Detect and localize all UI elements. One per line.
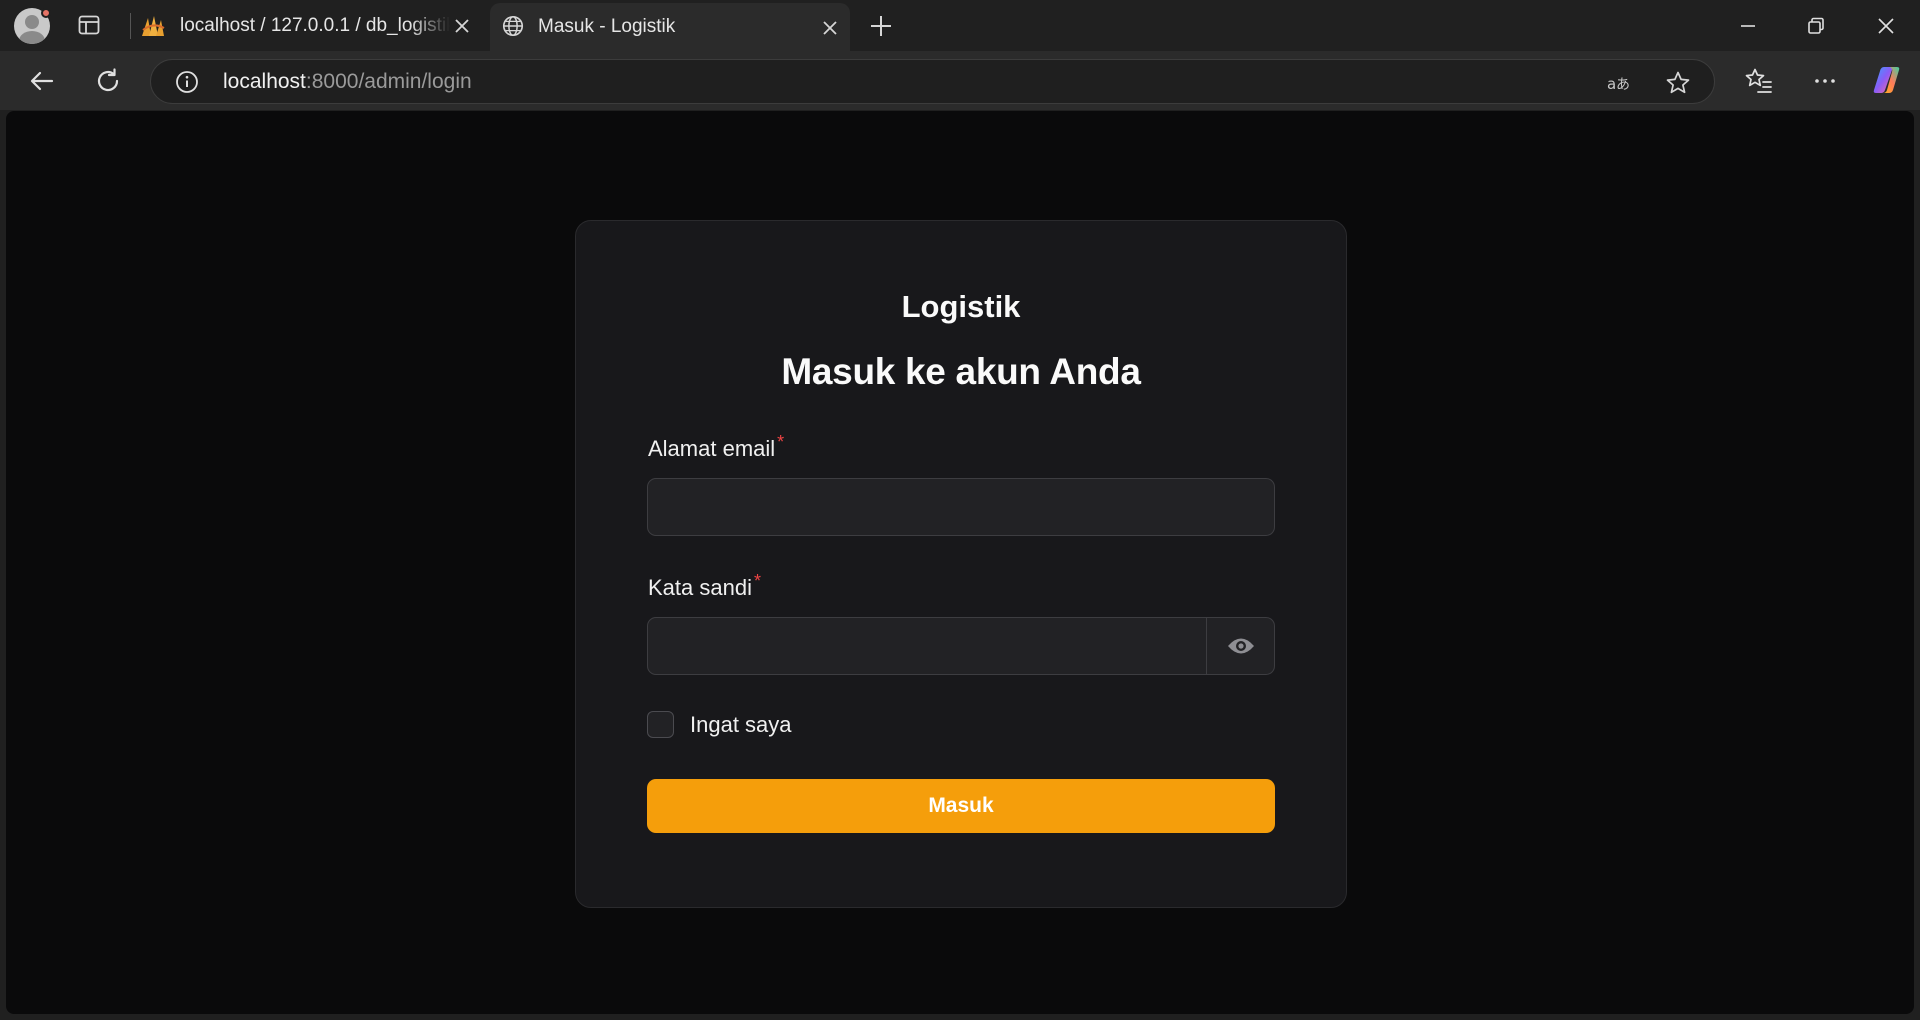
back-arrow-icon[interactable] xyxy=(27,66,57,96)
page-viewport: Logistik Masuk ke akun Anda Alamat email… xyxy=(6,111,1914,1014)
email-field[interactable] xyxy=(648,479,1274,535)
password-label: Kata sandi * xyxy=(648,571,761,601)
url-path: :8000/admin/login xyxy=(305,70,472,93)
globe-icon xyxy=(502,15,524,37)
required-mark: * xyxy=(753,571,761,591)
login-card: Logistik Masuk ke akun Anda Alamat email… xyxy=(575,220,1347,908)
browser-tab-bar: localhost / 127.0.0.1 / db_logistik_ Mas… xyxy=(0,0,1920,51)
tab-actions-icon[interactable] xyxy=(78,15,100,35)
refresh-icon[interactable] xyxy=(93,66,123,96)
close-window-icon[interactable] xyxy=(1874,14,1898,38)
new-tab-icon[interactable] xyxy=(868,13,894,39)
remember-me-checkbox[interactable] xyxy=(647,711,674,738)
tab-title: localhost / 127.0.0.1 / db_logistik_ xyxy=(180,15,450,36)
address-bar[interactable]: localhost:8000/admin/login a あ xyxy=(150,59,1715,104)
tab-phpmyadmin[interactable]: localhost / 127.0.0.1 / db_logistik_ xyxy=(136,0,486,51)
browser-toolbar: localhost:8000/admin/login a あ xyxy=(0,51,1920,110)
svg-text:あ: あ xyxy=(1616,77,1630,93)
url-host: localhost xyxy=(223,70,306,93)
brand-name: Logistik xyxy=(901,289,1021,324)
restore-icon[interactable] xyxy=(1804,14,1828,38)
copilot-icon[interactable] xyxy=(1870,63,1904,97)
email-field-wrapper xyxy=(647,478,1275,536)
tab-separator xyxy=(130,13,131,39)
eye-icon xyxy=(1227,638,1254,654)
tab-title: Masuk - Logistik xyxy=(538,16,676,37)
read-aloud-icon[interactable]: a あ xyxy=(1606,70,1632,96)
svg-text:a: a xyxy=(1607,75,1616,93)
more-options-icon[interactable] xyxy=(1810,66,1840,96)
remember-me-row: Ingat saya xyxy=(647,711,792,738)
password-field-wrapper xyxy=(647,617,1275,675)
login-submit-button[interactable]: Masuk xyxy=(647,779,1275,833)
email-label-text: Alamat email xyxy=(648,436,776,461)
close-icon[interactable] xyxy=(452,16,472,36)
remember-me-label[interactable]: Ingat saya xyxy=(690,712,792,738)
favorites-icon[interactable] xyxy=(1744,66,1774,96)
email-label: Alamat email * xyxy=(648,432,784,462)
required-mark: * xyxy=(777,432,785,452)
favorite-star-icon[interactable] xyxy=(1665,70,1691,96)
minimize-icon[interactable] xyxy=(1736,14,1760,38)
toggle-password-visibility-button[interactable] xyxy=(1206,618,1274,674)
url-text[interactable]: localhost:8000/admin/login xyxy=(223,70,472,94)
tab-masuk-logistik[interactable]: Masuk - Logistik xyxy=(490,3,850,51)
phpmyadmin-icon xyxy=(142,16,165,36)
password-field[interactable] xyxy=(648,618,1206,674)
notification-dot xyxy=(41,8,51,18)
password-label-text: Kata sandi xyxy=(648,575,752,600)
page-title: Masuk ke akun Anda xyxy=(781,351,1141,392)
close-icon[interactable] xyxy=(820,18,840,38)
site-info-icon[interactable] xyxy=(175,70,199,94)
